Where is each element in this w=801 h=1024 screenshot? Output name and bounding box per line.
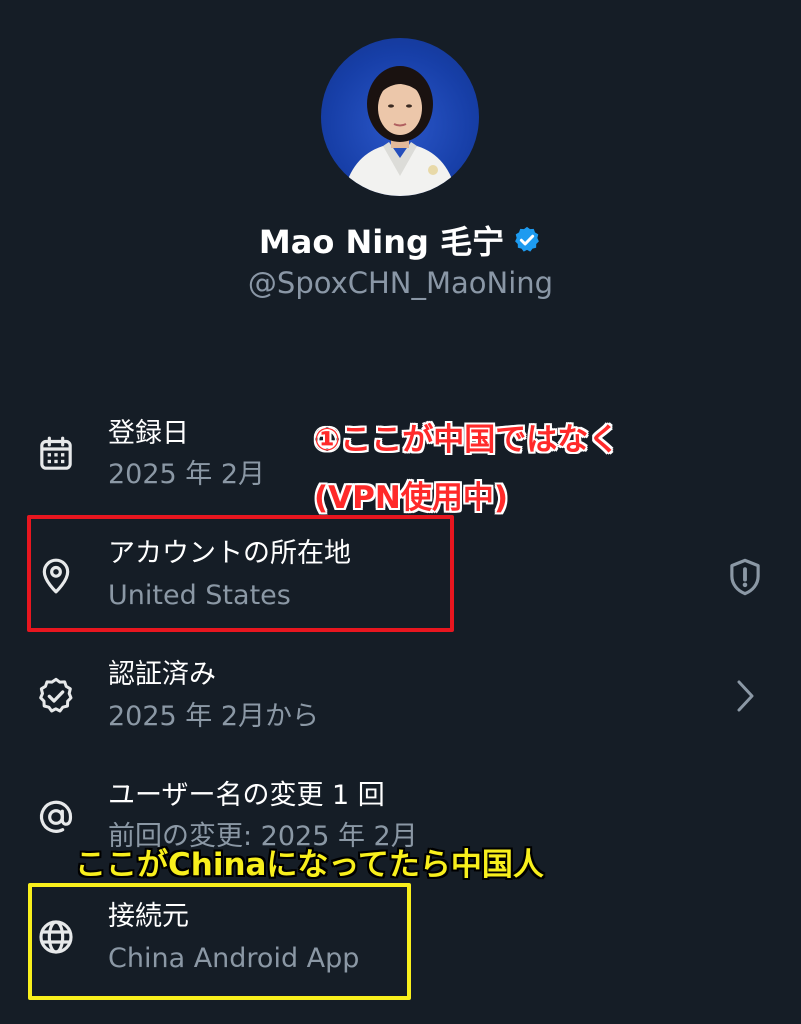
annotation-note-red-line2: (VPN使用中) <box>314 480 508 516</box>
info-row-verified[interactable]: 認証済み 2025 年 2月から <box>0 652 801 742</box>
profile-handle: @SpoxCHN_MaoNing <box>247 266 554 300</box>
info-row-username-changes: ユーザー名の変更 1 回 前回の変更: 2025 年 2月 <box>0 775 801 855</box>
at-sign-icon <box>36 797 76 837</box>
shield-alert-icon[interactable] <box>724 556 766 598</box>
annotation-note-yellow: ここがChinaになってたら中国人 <box>75 847 544 883</box>
row-title: 認証済み <box>108 659 216 690</box>
row-subtitle: 2025 年 2月 <box>108 459 266 490</box>
profile-name-row: Mao Ning 毛宁 <box>0 220 801 266</box>
annotation-note-red-line1: ①ここが中国ではなく <box>314 422 620 458</box>
annotation-box-connected-via <box>28 883 411 1000</box>
verified-badge-outline-icon <box>36 676 76 716</box>
row-title: ユーザー名の変更 1 回 <box>108 780 385 811</box>
verified-badge-icon[interactable] <box>512 222 542 266</box>
row-subtitle: 2025 年 2月から <box>108 701 320 732</box>
display-name: Mao Ning 毛宁 <box>258 223 505 261</box>
avatar[interactable] <box>321 38 479 196</box>
annotation-box-location <box>27 515 454 632</box>
calendar-icon <box>36 434 76 474</box>
row-title: 登録日 <box>108 418 189 449</box>
chevron-right-icon[interactable] <box>730 678 760 714</box>
